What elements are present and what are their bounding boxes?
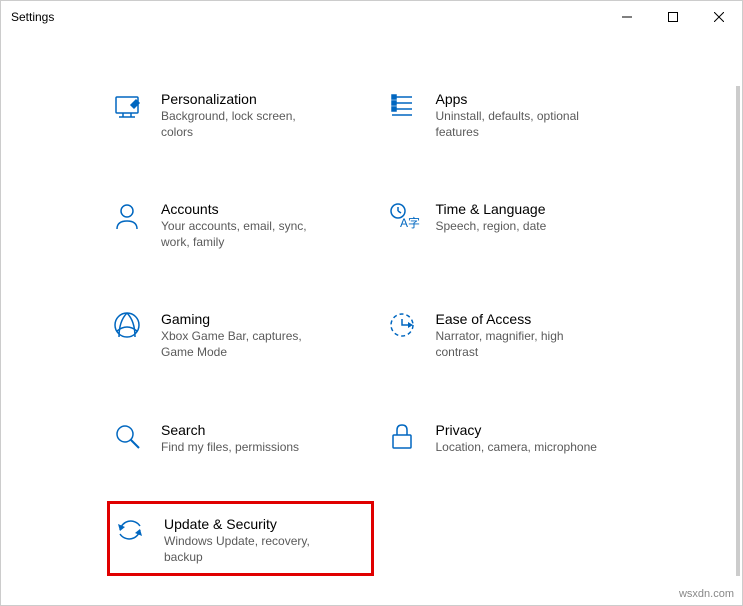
category-title: Time & Language — [436, 201, 547, 217]
category-desc: Uninstall, defaults, optional features — [436, 109, 606, 140]
maximize-button[interactable] — [650, 1, 696, 33]
ease-of-access-icon — [388, 311, 436, 343]
close-icon — [714, 12, 724, 22]
category-text: Gaming Xbox Game Bar, captures, Game Mod… — [161, 311, 331, 360]
category-text: Privacy Location, camera, microphone — [436, 422, 597, 456]
category-desc: Background, lock screen, colors — [161, 109, 331, 140]
gaming-icon — [113, 311, 161, 343]
category-update-security[interactable]: Update & Security Windows Update, recove… — [116, 516, 365, 565]
category-accounts[interactable]: Accounts Your accounts, email, sync, wor… — [113, 198, 368, 253]
category-desc: Xbox Game Bar, captures, Game Mode — [161, 329, 331, 360]
category-title: Search — [161, 422, 299, 438]
category-text: Search Find my files, permissions — [161, 422, 299, 456]
category-title: Accounts — [161, 201, 331, 217]
category-desc: Your accounts, email, sync, work, family — [161, 219, 331, 250]
category-apps[interactable]: Apps Uninstall, defaults, optional featu… — [388, 88, 643, 143]
maximize-icon — [668, 12, 678, 22]
category-text: Update & Security Windows Update, recove… — [164, 516, 334, 565]
category-title: Ease of Access — [436, 311, 606, 327]
watermark: wsxdn.com — [679, 588, 734, 600]
titlebar: Settings — [1, 1, 742, 33]
category-privacy[interactable]: Privacy Location, camera, microphone — [388, 419, 643, 459]
category-text: Personalization Background, lock screen,… — [161, 91, 331, 140]
category-desc: Location, camera, microphone — [436, 440, 597, 456]
category-title: Update & Security — [164, 516, 334, 532]
category-title: Apps — [436, 91, 606, 107]
minimize-icon — [622, 12, 632, 22]
category-text: Ease of Access Narrator, magnifier, high… — [436, 311, 606, 360]
category-title: Privacy — [436, 422, 597, 438]
category-title: Personalization — [161, 91, 331, 107]
privacy-icon — [388, 422, 436, 454]
category-desc: Windows Update, recovery, backup — [164, 534, 334, 565]
svg-text:A字: A字 — [400, 215, 420, 230]
category-personalization[interactable]: Personalization Background, lock screen,… — [113, 88, 368, 143]
window-title: Settings — [11, 10, 54, 24]
close-button[interactable] — [696, 1, 742, 33]
personalization-icon — [113, 91, 161, 123]
category-text: Accounts Your accounts, email, sync, wor… — [161, 201, 331, 250]
category-title: Gaming — [161, 311, 331, 327]
category-gaming[interactable]: Gaming Xbox Game Bar, captures, Game Mod… — [113, 308, 368, 363]
category-ease-of-access[interactable]: Ease of Access Narrator, magnifier, high… — [388, 308, 643, 363]
highlighted-category: Update & Security Windows Update, recove… — [107, 501, 374, 576]
category-search[interactable]: Search Find my files, permissions — [113, 419, 368, 459]
minimize-button[interactable] — [604, 1, 650, 33]
scrollbar[interactable] — [736, 86, 740, 576]
category-time-language[interactable]: A字 Time & Language Speech, region, date — [388, 198, 643, 253]
category-text: Apps Uninstall, defaults, optional featu… — [436, 91, 606, 140]
category-desc: Speech, region, date — [436, 219, 547, 235]
category-text: Time & Language Speech, region, date — [436, 201, 547, 235]
settings-grid: Personalization Background, lock screen,… — [1, 33, 742, 568]
accounts-icon — [113, 201, 161, 233]
window-controls — [604, 1, 742, 33]
category-desc: Narrator, magnifier, high contrast — [436, 329, 606, 360]
category-desc: Find my files, permissions — [161, 440, 299, 456]
update-security-icon — [116, 516, 164, 548]
apps-icon — [388, 91, 436, 123]
search-icon — [113, 422, 161, 454]
time-language-icon: A字 — [388, 201, 436, 233]
